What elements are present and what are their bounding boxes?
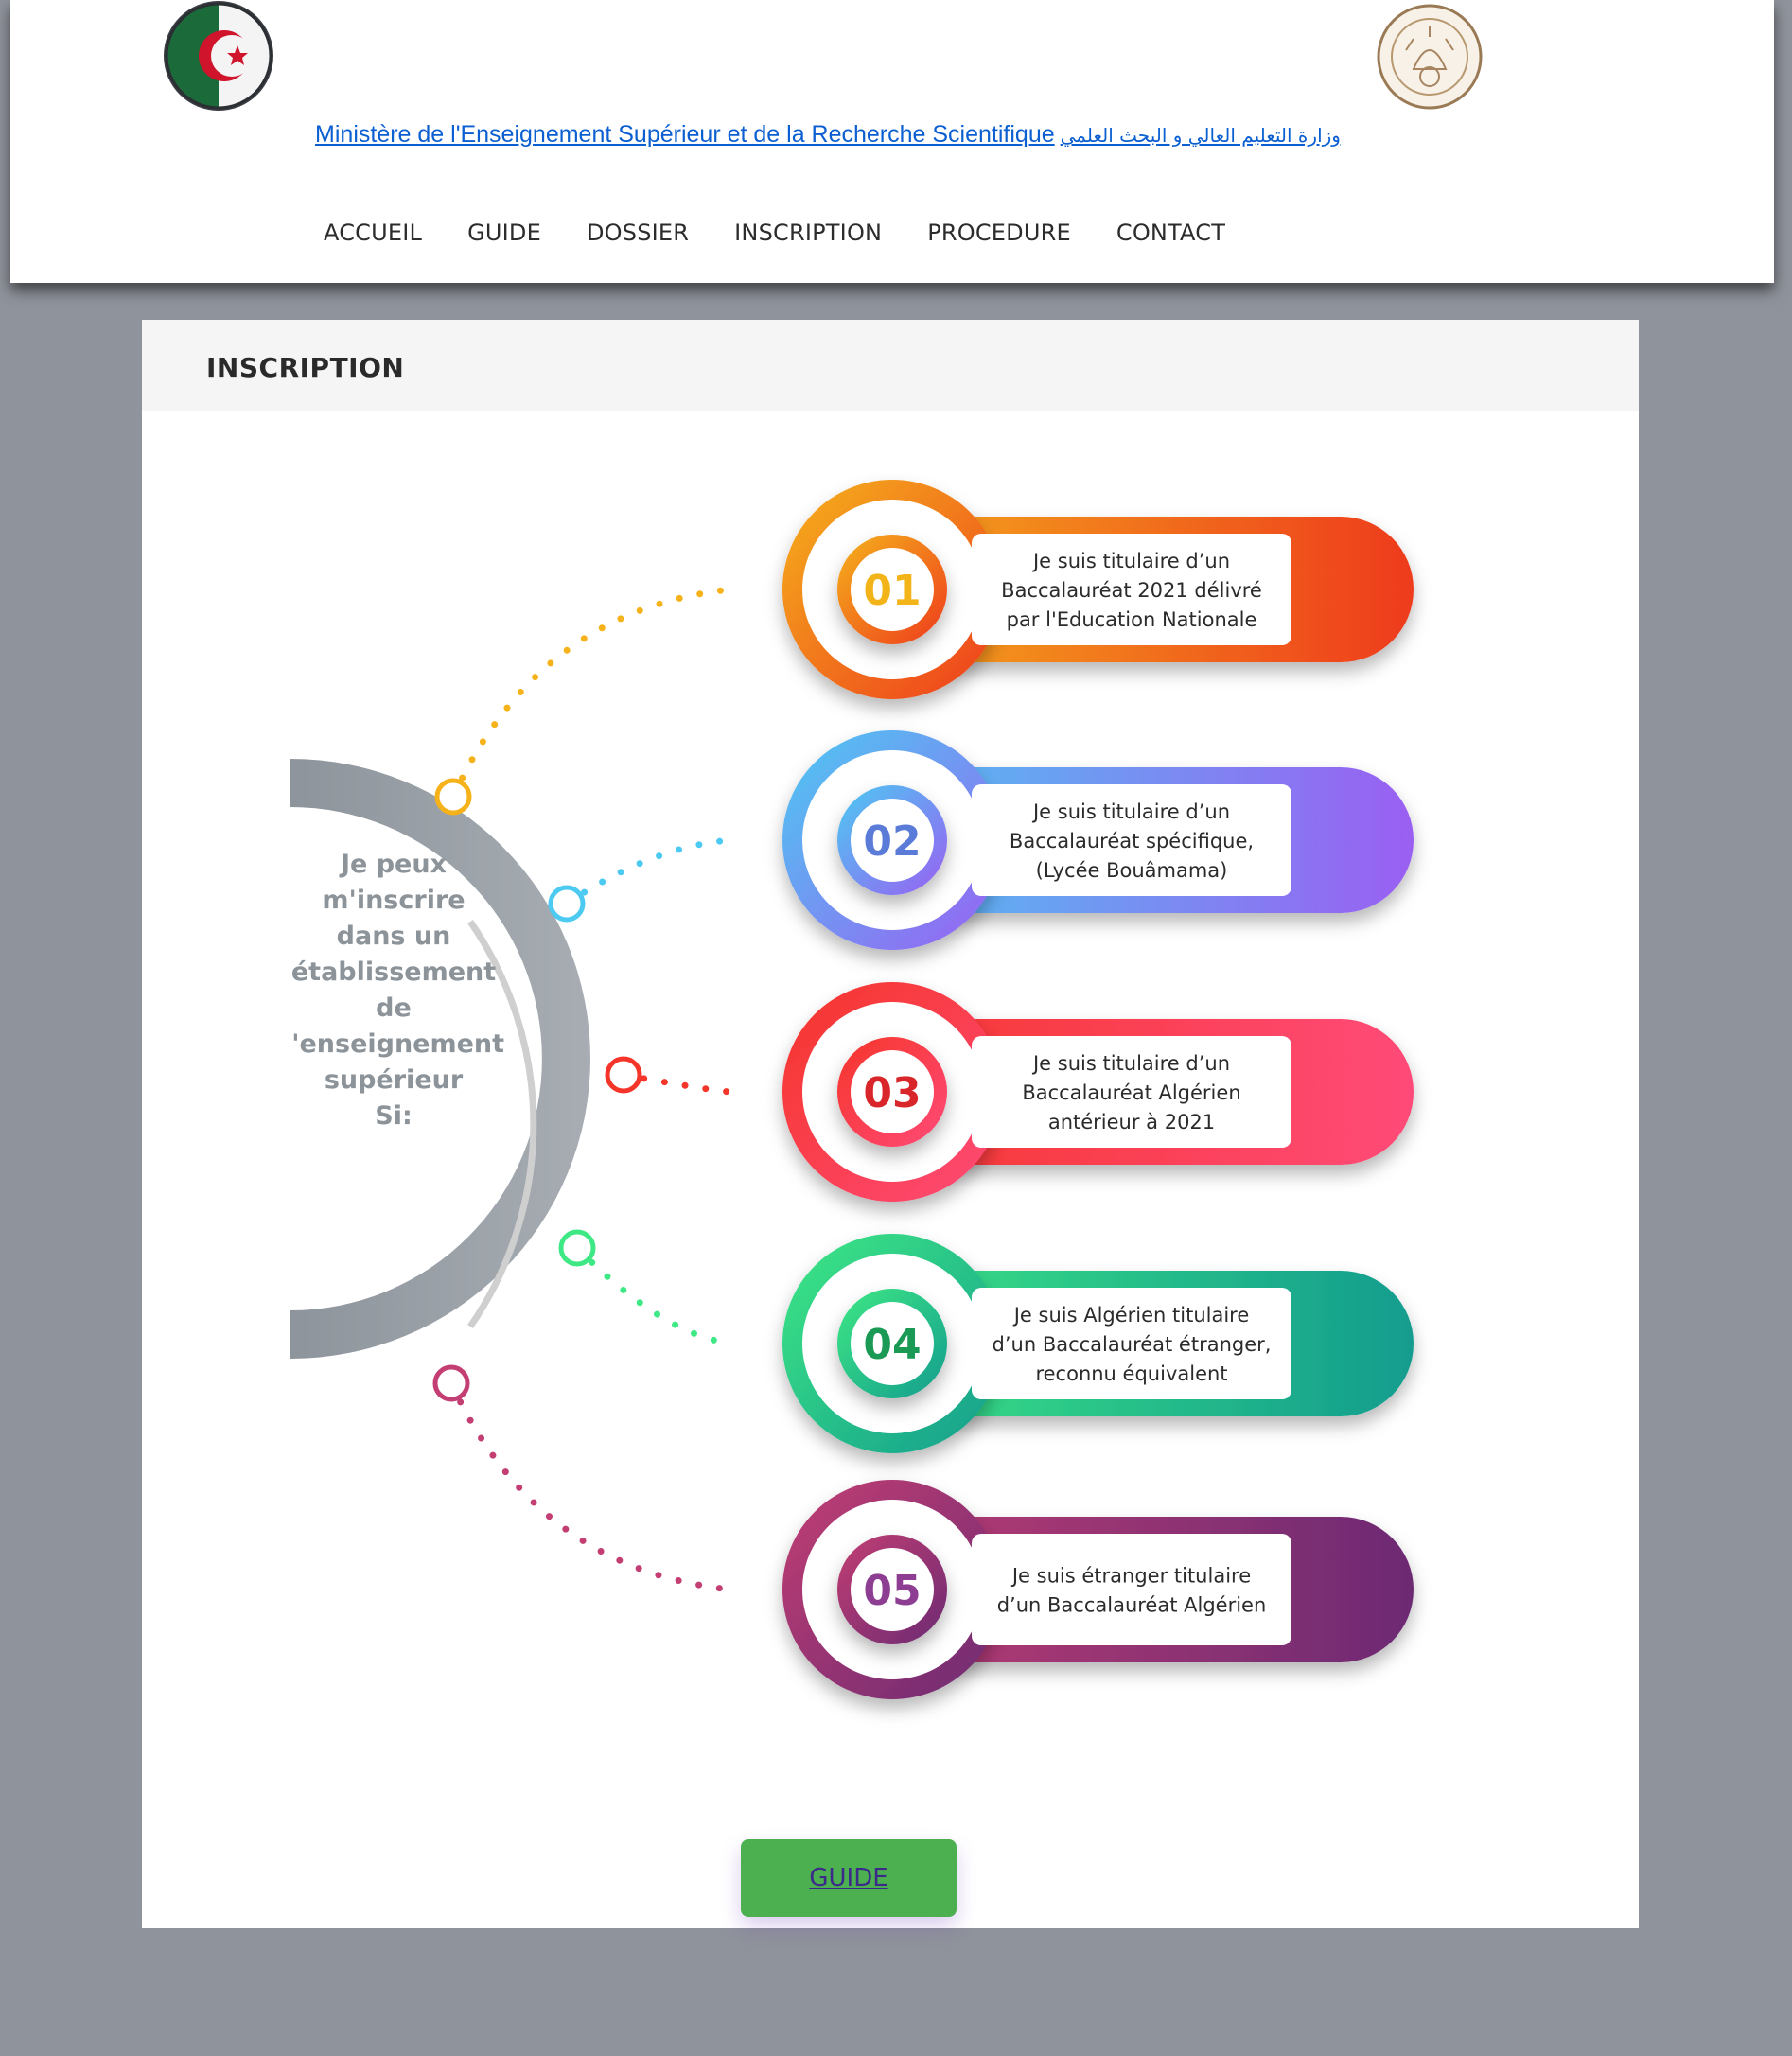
step-number: 05 [863, 1567, 921, 1615]
step-text-line: d’un Baccalauréat étranger, [993, 1333, 1272, 1356]
dotted-connector [573, 1244, 734, 1347]
card-header: INSCRIPTION [142, 320, 1639, 411]
center-text-line: m'inscrire [322, 886, 465, 915]
dotted-connector [449, 586, 734, 800]
step-04: 04 Je suis Algérien titulaire d’un Baccala… [782, 1234, 1414, 1453]
nav-item-guide[interactable]: GUIDE [445, 220, 564, 246]
connector-node [434, 778, 472, 816]
algeria-flag-icon [164, 1, 273, 111]
main-nav: ACCUEIL GUIDE DOSSIER INSCRIPTION PROCED… [301, 220, 1248, 246]
step-text-line: Je suis titulaire d’un [1031, 800, 1230, 823]
step-text-line: d’un Baccalauréat Algérien [997, 1594, 1267, 1617]
step-text-line: Je suis titulaire d’un [1031, 550, 1230, 572]
connector-node [605, 1056, 642, 1094]
nav-item-dossier[interactable]: DOSSIER [564, 220, 712, 246]
step-text-line: Je suis titulaire d’un [1031, 1052, 1230, 1075]
site-header: Ministère de l'Enseignement Supérieur et… [10, 0, 1774, 283]
guide-button[interactable]: GUIDE [741, 1839, 957, 1917]
ministry-link[interactable]: Ministère de l'Enseignement Supérieur et… [293, 121, 1362, 149]
nav-item-contact[interactable]: CONTACT [1094, 220, 1248, 246]
steps-group: 01 Je suis titulaire d’un Baccalauréat 202… [782, 480, 1414, 1699]
step-text-line: Baccalauréat 2021 délivré [1001, 579, 1262, 602]
connector-node [432, 1364, 470, 1402]
nav-item-accueil[interactable]: ACCUEIL [301, 220, 445, 246]
ministry-name-fr: Ministère de l'Enseignement Supérieur et… [315, 121, 1055, 148]
step-05: 05 Je suis étranger titulaire d’un Baccala… [782, 1480, 1414, 1699]
step-text-line: reconnu équivalent [1035, 1362, 1227, 1385]
step-number: 04 [863, 1321, 921, 1369]
step-number: 01 [863, 567, 921, 615]
center-text: Je peux m'inscrire dans un établissement de l… [290, 850, 504, 1131]
step-03: 03 Je suis titulaire d’un Baccalauréat Alg… [782, 982, 1414, 1202]
dotted-connector [563, 836, 734, 907]
national-emblem-icon [1377, 4, 1483, 110]
dotted-connector [448, 1379, 734, 1593]
step-number: 03 [863, 1069, 921, 1117]
step-text-box [972, 1534, 1291, 1645]
step-text-line: par l'Education Nationale [1007, 608, 1257, 631]
step-text-line: Je suis étranger titulaire [1010, 1565, 1251, 1588]
step-text-line: (Lycée Bouâmama) [1036, 859, 1228, 882]
inscription-card: INSCRIPTION Je peux m'inscrire dans un étab… [142, 320, 1639, 1928]
center-text-line: de [376, 993, 412, 1023]
center-text-line: supérieur [325, 1065, 464, 1095]
step-02: 02 Je suis titulaire d’un Baccalauréat spé… [782, 730, 1414, 950]
center-text-line: Je peux [339, 850, 447, 879]
step-text-line: Je suis Algérien titulaire [1012, 1304, 1250, 1327]
step-text-line: Baccalauréat spécifique, [1010, 830, 1254, 852]
nav-item-inscription[interactable]: INSCRIPTION [712, 220, 905, 246]
step-text-line: Baccalauréat Algérien [1022, 1081, 1240, 1104]
connector-node [558, 1229, 596, 1267]
center-text-line: établissement [291, 958, 496, 987]
step-number: 02 [863, 817, 921, 866]
step-01: 01 Je suis titulaire d’un Baccalauréat 202… [782, 480, 1414, 699]
center-text-line: Si: [375, 1101, 413, 1131]
connector-node [548, 885, 586, 923]
page-title: INSCRIPTION [206, 352, 405, 383]
center-text-line: dans un [337, 922, 451, 951]
inscription-infographic: Je peux m'inscrire dans un établissement de l… [290, 480, 1414, 1699]
center-text-line: l'enseignement [290, 1029, 504, 1059]
step-text-line: antérieur à 2021 [1048, 1111, 1215, 1133]
nav-item-procedure[interactable]: PROCEDURE [905, 220, 1094, 246]
ministry-name-ar: وزارة التعليم العالي و البحث العلمي [1060, 124, 1341, 147]
guide-button-label: GUIDE [809, 1864, 888, 1892]
